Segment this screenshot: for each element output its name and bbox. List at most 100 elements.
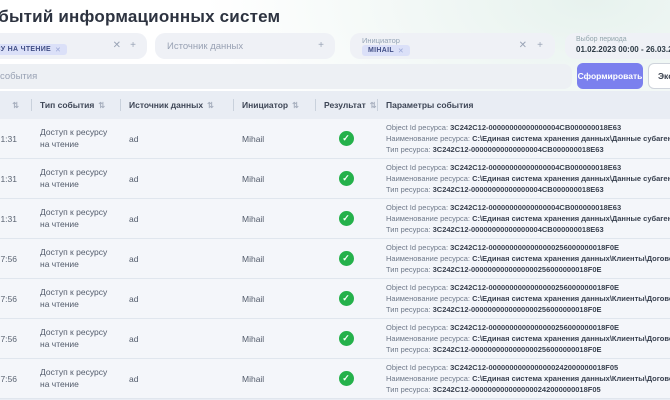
cell-event-type: Доступ к ресурсу на чтение (31, 199, 120, 238)
events-table: ⇅ Тип события ⇅ Источник данных ⇅ Инициа… (0, 91, 670, 400)
cell-result: ✓ (315, 119, 377, 158)
initiator-chip-label: MIHAIL (368, 47, 394, 54)
success-check-icon: ✓ (339, 171, 354, 186)
chip-remove-icon[interactable]: ✕ (55, 46, 61, 54)
cell-initiator: Mihail (233, 279, 315, 318)
cell-params: Object Id ресурса: 3C242C12-000000000000… (377, 279, 670, 318)
filter-initiator[interactable]: Инициатор MIHAIL ✕ ✕ + (350, 33, 555, 59)
sort-icon[interactable]: ⇅ (207, 101, 214, 110)
cell-result: ✓ (315, 239, 377, 278)
filter-data-source[interactable]: Источник данных + (155, 33, 335, 59)
period-selector[interactable]: Выбор периода 01.02.2023 00:00 - 26.03.2… (565, 33, 670, 59)
page-wrapper: событий информационных систем ДОСТУП К Р… (0, 0, 670, 400)
header-cell-datetime[interactable]: ⇅ (0, 91, 31, 119)
table-row[interactable]: 7:56 Доступ к ресурсу на чтение ad Mihai… (0, 359, 670, 399)
param-resource-type: Тип ресурса: 3C242C12-000000000000000024… (386, 384, 601, 395)
success-check-icon: ✓ (339, 331, 354, 346)
param-resource-type: Тип ресурса: 3C242C12-00000000000000004C… (386, 144, 604, 155)
period-label: Выбор периода (576, 36, 627, 43)
cell-data-source: ad (120, 319, 233, 358)
param-object-id: Object Id ресурса: 3C242C12-000000000000… (386, 122, 621, 133)
header-cell-initiator[interactable]: Инициатор ⇅ (233, 91, 315, 119)
param-object-id: Object Id ресурса: 3C242C12-000000000000… (386, 362, 618, 373)
sort-icon[interactable]: ⇅ (292, 101, 299, 110)
success-check-icon: ✓ (339, 211, 354, 226)
header-cell-params: Параметры события (377, 91, 670, 119)
event-type-chip[interactable]: ДОСТУП К РЕСУРСУ НА ЧТЕНИЕ ✕ (0, 44, 67, 55)
cell-event-type: Доступ к ресурсу на чтение (31, 319, 120, 358)
generate-report-button[interactable]: Сформировать (577, 63, 643, 89)
param-resource-name: Наименование ресурса: C:\Единая система … (386, 253, 670, 264)
table-row[interactable]: 7:56 Доступ к ресурсу на чтение ad Mihai… (0, 279, 670, 319)
cell-initiator: Mihail (233, 159, 315, 198)
param-resource-type: Тип ресурса: 3C242C12-00000000000000004C… (386, 224, 604, 235)
param-resource-type: Тип ресурса: 3C242C12-000000000000000025… (386, 264, 602, 275)
param-object-id: Object Id ресурса: 3C242C12-000000000000… (386, 282, 619, 293)
cell-event-type: Доступ к ресурсу на чтение (31, 239, 120, 278)
cell-result: ✓ (315, 319, 377, 358)
cell-initiator: Mihail (233, 239, 315, 278)
table-row[interactable]: 1:31 Доступ к ресурсу на чтение ad Mihai… (0, 199, 670, 239)
param-object-id: Object Id ресурса: 3C242C12-000000000000… (386, 242, 619, 253)
export-button[interactable]: Экспорт (648, 63, 670, 89)
cell-event-type: Доступ к ресурсу на чтение (31, 279, 120, 318)
header-cell-data-source[interactable]: Источник данных ⇅ (120, 91, 233, 119)
add-filter-icon[interactable]: + (537, 40, 543, 52)
period-value: 01.02.2023 00:00 - 26.03.2024 23:59 (576, 45, 670, 54)
sort-icon[interactable]: ⇅ (370, 101, 377, 110)
cell-event-type: Доступ к ресурсу на чтение (31, 359, 120, 398)
sort-icon[interactable]: ⇅ (12, 101, 19, 110)
cell-data-source: ad (120, 279, 233, 318)
table-row[interactable]: 1:31 Доступ к ресурсу на чтение ad Mihai… (0, 159, 670, 199)
cell-result: ✓ (315, 279, 377, 318)
success-check-icon: ✓ (339, 371, 354, 386)
page-title: событий информационных систем (0, 7, 280, 27)
cell-initiator: Mihail (233, 199, 315, 238)
param-resource-type: Тип ресурса: 3C242C12-00000000000000004C… (386, 184, 604, 195)
cell-data-source: ad (120, 119, 233, 158)
param-resource-type: Тип ресурса: 3C242C12-000000000000000025… (386, 344, 602, 355)
cell-initiator: Mihail (233, 319, 315, 358)
cell-datetime: 7:56 (0, 319, 31, 358)
cell-event-type: Доступ к ресурсу на чтение (31, 119, 120, 158)
cell-data-source: ad (120, 199, 233, 238)
sort-icon[interactable]: ⇅ (98, 101, 105, 110)
header-cell-event-type[interactable]: Тип события ⇅ (31, 91, 120, 119)
cell-params: Object Id ресурса: 3C242C12-000000000000… (377, 199, 670, 238)
add-filter-icon[interactable]: + (130, 40, 136, 52)
initiator-label: Инициатор (362, 36, 400, 45)
clear-filter-icon[interactable]: ✕ (519, 40, 527, 52)
app-viewport: событий информационных систем ДОСТУП К Р… (0, 0, 670, 400)
param-resource-name: Наименование ресурса: C:\Единая система … (386, 333, 670, 344)
header-cell-result[interactable]: Результат ⇅ (315, 91, 377, 119)
filter-event-type[interactable]: ДОСТУП К РЕСУРСУ НА ЧТЕНИЕ ✕ ✕ + (0, 33, 147, 59)
cell-datetime: 7:56 (0, 239, 31, 278)
cell-result: ✓ (315, 159, 377, 198)
param-object-id: Object Id ресурса: 3C242C12-000000000000… (386, 162, 621, 173)
table-row[interactable]: 1:31 Доступ к ресурсу на чтение ad Mihai… (0, 119, 670, 159)
table-row[interactable]: 7:56 Доступ к ресурсу на чтение ad Mihai… (0, 319, 670, 359)
param-resource-name: Наименование ресурса: C:\Единая система … (386, 293, 670, 304)
clear-filter-icon[interactable]: ✕ (113, 40, 121, 52)
cell-datetime: 1:31 (0, 119, 31, 158)
cell-data-source: ad (120, 359, 233, 398)
table-row[interactable]: 7:56 Доступ к ресурсу на чтение ad Mihai… (0, 239, 670, 279)
cell-params: Object Id ресурса: 3C242C12-000000000000… (377, 119, 670, 158)
cell-params: Object Id ресурса: 3C242C12-000000000000… (377, 319, 670, 358)
param-resource-type: Тип ресурса: 3C242C12-000000000000000025… (386, 304, 602, 315)
cell-initiator: Mihail (233, 359, 315, 398)
param-resource-name: Наименование ресурса: C:\Единая система … (386, 213, 670, 224)
initiator-chip[interactable]: MIHAIL ✕ (362, 45, 410, 56)
cell-result: ✓ (315, 199, 377, 238)
cell-datetime: 7:56 (0, 359, 31, 398)
search-input[interactable] (0, 64, 572, 89)
param-resource-name: Наименование ресурса: C:\Единая система … (386, 133, 670, 144)
table-body: 1:31 Доступ к ресурсу на чтение ad Mihai… (0, 119, 670, 399)
data-source-label: Источник данных (167, 41, 243, 52)
cell-params: Object Id ресурса: 3C242C12-000000000000… (377, 159, 670, 198)
cell-event-type: Доступ к ресурсу на чтение (31, 159, 120, 198)
cell-params: Object Id ресурса: 3C242C12-000000000000… (377, 359, 670, 398)
chip-remove-icon[interactable]: ✕ (398, 47, 404, 55)
cell-initiator: Mihail (233, 119, 315, 158)
add-filter-icon[interactable]: + (318, 40, 324, 52)
